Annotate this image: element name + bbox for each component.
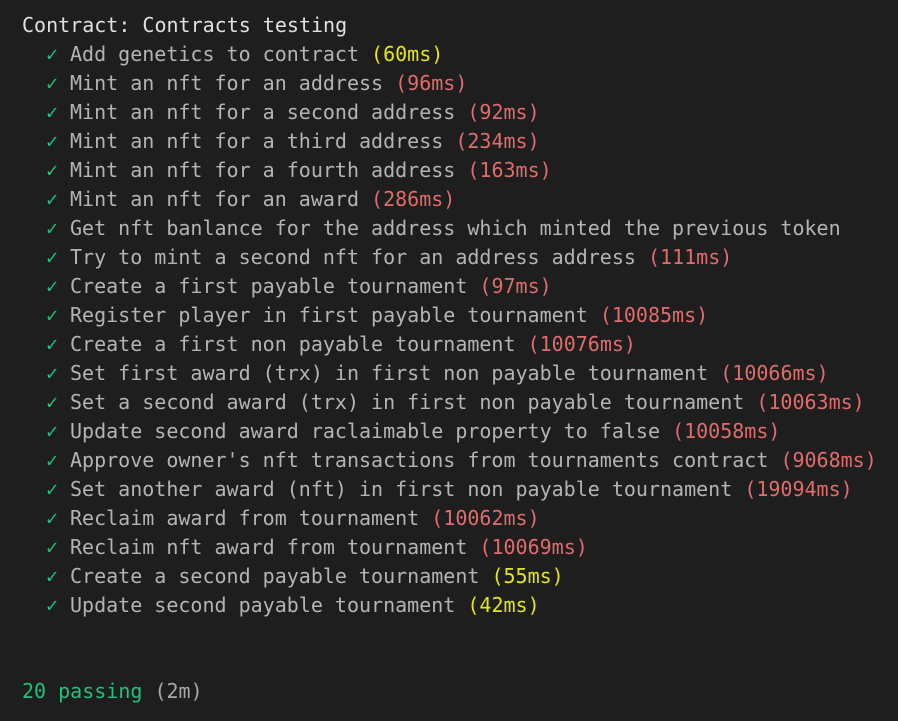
test-title: Reclaim nft award from tournament — [70, 535, 468, 559]
terminal-output: Contract: Contracts testing ✓ Add genetic… — [22, 11, 898, 721]
test-row: ✓ Mint an nft for a fourth address (163ms… — [22, 156, 898, 185]
checkmark-icon: ✓ — [46, 216, 59, 240]
test-duration: (10062ms) — [431, 506, 540, 530]
test-row: ✓ Create a first payable tournament (97ms… — [22, 272, 898, 301]
test-duration: (9068ms) — [780, 448, 877, 472]
suite-title: Contract: Contracts testing — [22, 13, 348, 37]
checkmark-icon: ✓ — [46, 274, 59, 298]
test-duration: (19094ms) — [744, 477, 853, 501]
checkmark-icon: ✓ — [46, 361, 59, 385]
test-duration: (10069ms) — [479, 535, 588, 559]
test-row: ✓ Set a second award (trx) in first non p… — [22, 388, 898, 417]
test-title: Set a second award (trx) in first non pa… — [70, 390, 745, 414]
test-row: ✓ Add genetics to contract (60ms) — [22, 40, 898, 69]
test-duration: (10066ms) — [720, 361, 829, 385]
test-duration: (42ms) — [467, 593, 540, 617]
checkmark-icon: ✓ — [46, 303, 59, 327]
checkmark-icon: ✓ — [46, 187, 59, 211]
test-duration: (92ms) — [467, 100, 540, 124]
checkmark-icon: ✓ — [46, 42, 59, 66]
test-title: Get nft banlance for the address which m… — [70, 216, 841, 240]
test-row: ✓ Create a first non payable tournament (… — [22, 330, 898, 359]
test-title: Mint an nft for a second address — [70, 100, 456, 124]
test-duration: (10085ms) — [599, 303, 709, 327]
checkmark-icon: ✓ — [46, 332, 59, 356]
test-row: ✓ Approve owner's nft transactions from t… — [22, 446, 898, 475]
checkmark-icon: ✓ — [46, 390, 59, 414]
test-duration: (55ms) — [491, 564, 564, 588]
checkmark-icon: ✓ — [46, 535, 59, 559]
test-title: Mint an nft for an award — [70, 187, 359, 211]
test-title: Create a second payable tournament — [70, 564, 480, 588]
test-duration: (96ms) — [395, 71, 468, 95]
checkmark-icon: ✓ — [46, 477, 59, 501]
checkmark-icon: ✓ — [46, 564, 59, 588]
test-row: ✓ Register player in first payable tourna… — [22, 301, 898, 330]
test-title: Update second award raclaimable property… — [70, 419, 661, 443]
test-title: Add genetics to contract — [70, 42, 359, 66]
checkmark-icon: ✓ — [46, 593, 59, 617]
test-title: Mint an nft for a third address — [70, 129, 444, 153]
test-row: ✓ Set another award (nft) in first non pa… — [22, 475, 898, 504]
test-title: Create a first payable tournament — [70, 274, 468, 298]
test-row: ✓ Get nft banlance for the address which … — [22, 214, 898, 243]
test-row: ✓ Mint an nft for a second address (92ms) — [22, 98, 898, 127]
total-duration: (2m) — [154, 679, 203, 703]
checkmark-icon: ✓ — [46, 245, 59, 269]
test-row: ✓ Mint an nft for an address (96ms) — [22, 69, 898, 98]
checkmark-icon: ✓ — [46, 506, 59, 530]
test-title: Try to mint a second nft for an address … — [70, 245, 636, 269]
test-summary: 20 passing (2m) — [22, 677, 203, 706]
test-title: Update second payable tournament — [70, 593, 456, 617]
test-duration: (111ms) — [647, 245, 733, 269]
test-duration: (286ms) — [371, 187, 456, 211]
test-duration: (163ms) — [467, 158, 552, 182]
test-row: ✓ Mint an nft for a third address (234ms) — [22, 127, 898, 156]
test-row: ✓ Reclaim award from tournament (10062ms) — [22, 504, 898, 533]
test-row: ✓ Create a second payable tournament (55m… — [22, 562, 898, 591]
checkmark-icon: ✓ — [46, 448, 59, 472]
checkmark-icon: ✓ — [46, 158, 59, 182]
test-title: Mint an nft for a fourth address — [70, 158, 456, 182]
test-title: Create a first non payable tournament — [70, 332, 516, 356]
test-title: Set another award (nft) in first non pay… — [70, 477, 733, 501]
test-row: ✓ Try to mint a second nft for an address… — [22, 243, 898, 272]
test-row: ✓ Update second payable tournament (42ms) — [22, 591, 898, 620]
test-row: ✓ Reclaim nft award from tournament (1006… — [22, 533, 898, 562]
passing-count: 20 passing — [22, 679, 143, 703]
test-duration: (234ms) — [455, 129, 540, 153]
checkmark-icon: ✓ — [46, 419, 59, 443]
test-title: Reclaim award from tournament — [70, 506, 420, 530]
checkmark-icon: ✓ — [46, 71, 59, 95]
test-duration: (10063ms) — [756, 390, 865, 414]
test-duration: (10058ms) — [672, 419, 781, 443]
test-row: ✓ Set first award (trx) in first non paya… — [22, 359, 898, 388]
test-title: Set first award (trx) in first non payab… — [70, 361, 709, 385]
test-title: Register player in first payable tournam… — [70, 303, 588, 327]
test-title: Mint an nft for an address — [70, 71, 384, 95]
test-list: ✓ Add genetics to contract (60ms) ✓ Mint an… — [22, 40, 898, 620]
test-duration: (60ms) — [371, 42, 444, 66]
checkmark-icon: ✓ — [46, 129, 59, 153]
test-row: ✓ Mint an nft for an award (286ms) — [22, 185, 898, 214]
test-row: ✓ Update second award raclaimable propert… — [22, 417, 898, 446]
test-title: Approve owner's nft transactions from to… — [70, 448, 769, 472]
test-duration: (97ms) — [479, 274, 552, 298]
test-duration: (10076ms) — [527, 332, 636, 356]
checkmark-icon: ✓ — [46, 100, 59, 124]
